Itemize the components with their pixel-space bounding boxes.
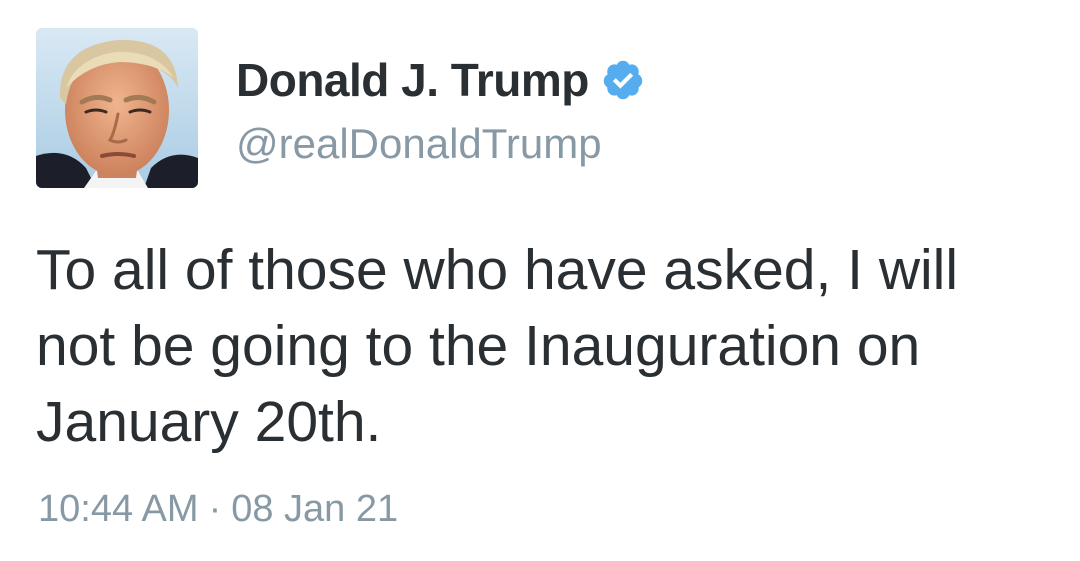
tweet-text: To all of those who have asked, I will n… bbox=[36, 232, 1046, 460]
author-handle[interactable]: @realDonaldTrump bbox=[236, 120, 602, 168]
tweet-card: Donald J. Trump @realDonaldTrump To all … bbox=[0, 0, 1080, 561]
tweet-date: 08 Jan 21 bbox=[231, 488, 399, 530]
verified-badge-icon bbox=[603, 60, 643, 100]
tweet-timestamp[interactable]: 10:44 AM · 08 Jan 21 bbox=[38, 488, 398, 531]
author-name-row: Donald J. Trump bbox=[236, 50, 645, 110]
avatar[interactable] bbox=[36, 28, 198, 188]
tweet-time: 10:44 AM bbox=[38, 488, 199, 530]
avatar-portrait bbox=[36, 28, 198, 188]
tweet-text-line: January 20th. bbox=[36, 390, 382, 454]
timestamp-separator: · bbox=[208, 488, 222, 530]
tweet-text-line: not be going to the Inauguration on bbox=[36, 314, 921, 378]
author-display-name[interactable]: Donald J. Trump bbox=[236, 53, 589, 107]
tweet-text-line: To all of those who have asked, I will bbox=[36, 238, 958, 302]
